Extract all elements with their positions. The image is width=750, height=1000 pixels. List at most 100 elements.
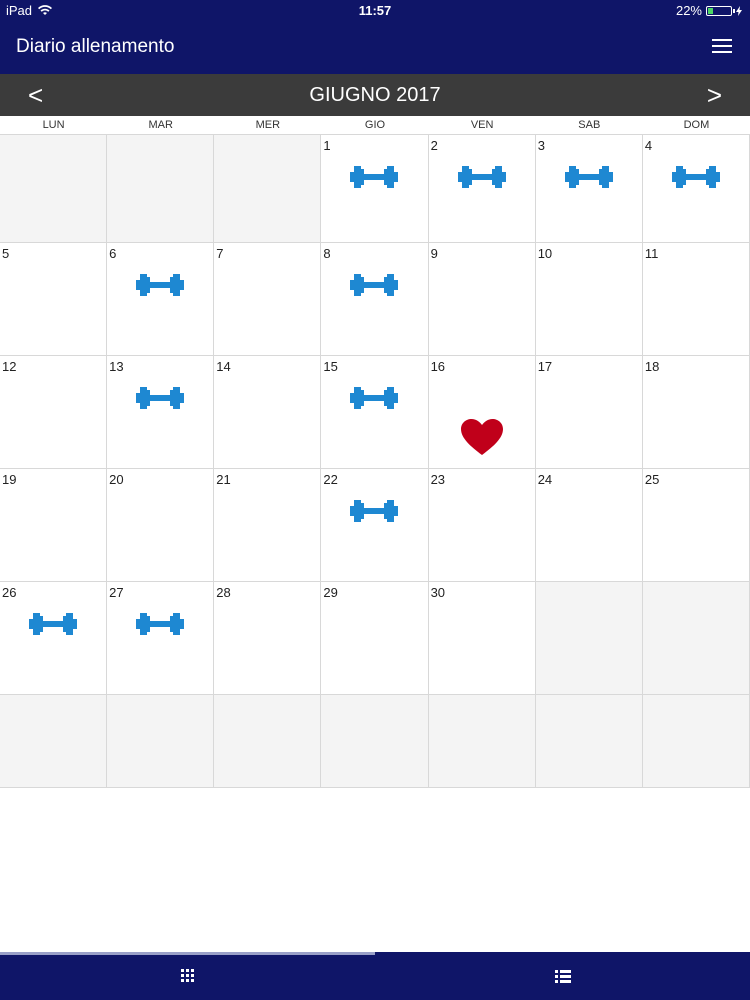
calendar-day-1[interactable]: 1 <box>321 135 429 243</box>
calendar-day-18[interactable]: 18 <box>642 356 750 469</box>
day-number: 24 <box>537 472 553 487</box>
calendar-empty-cell <box>214 135 322 243</box>
day-number: 27 <box>109 585 124 600</box>
dumbbell-icon <box>643 163 749 191</box>
tab-list[interactable] <box>375 952 750 1000</box>
calendar-empty-cell <box>642 695 750 788</box>
weekday-label: MAR <box>148 119 173 131</box>
month-label: GIUGNO 2017 <box>309 84 441 106</box>
day-number: 5 <box>2 246 10 261</box>
calendar-empty-cell <box>0 695 108 788</box>
day-number: 1 <box>323 138 331 153</box>
calendar-empty-cell <box>535 695 643 788</box>
calendar-day-13[interactable]: 13 <box>107 356 215 469</box>
weekday-label: SAB <box>578 119 601 131</box>
bottom-tab-bar <box>0 952 750 1000</box>
battery-percent: 22% <box>675 3 702 18</box>
calendar-day-25[interactable]: 25 <box>642 469 750 582</box>
dumbbell-icon <box>429 163 535 191</box>
dumbbell-icon <box>107 384 213 412</box>
day-number: 12 <box>2 359 17 374</box>
day-number: 2 <box>430 138 438 153</box>
calendar-day-9[interactable]: 9 <box>428 243 536 356</box>
dumbbell-icon <box>0 610 106 638</box>
day-number: 23 <box>430 472 446 487</box>
weekday-label: MER <box>255 119 281 131</box>
calendar-day-11[interactable]: 11 <box>642 243 750 356</box>
day-number: 9 <box>430 246 438 261</box>
day-number: 4 <box>644 138 653 153</box>
calendar-day-3[interactable]: 3 <box>535 135 643 243</box>
calendar-day-22[interactable]: 22 <box>321 469 429 582</box>
dumbbell-icon <box>107 610 213 638</box>
weekday-header: LUN MAR MER GIO VEN SAB DOM <box>0 116 750 135</box>
day-number: 16 <box>430 359 446 374</box>
calendar-day-15[interactable]: 15 <box>321 356 429 469</box>
day-number: 21 <box>216 472 231 487</box>
day-number: 19 <box>2 472 17 487</box>
weekday-label: GIO <box>364 119 386 131</box>
day-number: 11 <box>644 246 659 261</box>
dumbbell-icon <box>107 271 213 299</box>
calendar-empty-cell <box>214 695 322 788</box>
calendar-day-19[interactable]: 19 <box>0 469 108 582</box>
day-number: 30 <box>430 585 446 600</box>
calendar-day-2[interactable]: 2 <box>428 135 536 243</box>
weekday-label: VEN <box>470 119 494 131</box>
status-time: 11:57 <box>358 3 392 18</box>
calendar-day-20[interactable]: 20 <box>107 469 215 582</box>
day-number: 8 <box>323 246 331 261</box>
calendar-day-4[interactable]: 4 <box>642 135 750 243</box>
list-icon <box>554 969 571 983</box>
calendar-day-10[interactable]: 10 <box>535 243 643 356</box>
calendar-day-14[interactable]: 14 <box>214 356 322 469</box>
hamburger-menu-icon[interactable] <box>712 39 732 55</box>
day-number: 15 <box>323 359 338 374</box>
day-number: 25 <box>644 472 660 487</box>
calendar-day-12[interactable]: 12 <box>0 356 108 469</box>
calendar-empty-cell <box>428 695 536 788</box>
next-month-button[interactable]: > <box>707 82 722 108</box>
calendar-day-24[interactable]: 24 <box>535 469 643 582</box>
status-bar: iPad 11:57 22% <box>0 0 750 20</box>
calendar-day-16[interactable]: 16 <box>428 356 536 469</box>
weekday-label: DOM <box>683 119 710 131</box>
day-number: 7 <box>216 246 224 261</box>
tab-calendar-grid[interactable] <box>0 952 375 1000</box>
calendar-day-27[interactable]: 27 <box>107 582 215 695</box>
dumbbell-icon <box>321 271 427 299</box>
calendar-day-21[interactable]: 21 <box>214 469 322 582</box>
dumbbell-icon <box>321 163 427 191</box>
calendar-day-30[interactable]: 30 <box>428 582 536 695</box>
page-title: Diario allenamento <box>16 36 175 57</box>
calendar-day-23[interactable]: 23 <box>428 469 536 582</box>
day-number: 28 <box>216 585 231 600</box>
day-number: 10 <box>537 246 553 261</box>
day-number: 26 <box>2 585 17 600</box>
calendar-day-5[interactable]: 5 <box>0 243 108 356</box>
dumbbell-icon <box>536 163 642 191</box>
charging-bolt-icon <box>736 5 742 16</box>
calendar-day-8[interactable]: 8 <box>321 243 429 356</box>
battery-icon <box>706 5 735 16</box>
calendar-day-17[interactable]: 17 <box>535 356 643 469</box>
calendar-empty-cell <box>107 135 215 243</box>
heart-icon <box>429 418 535 456</box>
day-number: 17 <box>537 359 553 374</box>
day-number: 3 <box>537 138 545 153</box>
day-number: 20 <box>109 472 124 487</box>
status-right: 22% <box>676 3 742 18</box>
weekday-label: LUN <box>42 119 65 131</box>
calendar-day-29[interactable]: 29 <box>321 582 429 695</box>
calendar-empty-cell <box>642 582 750 695</box>
day-number: 13 <box>109 359 124 374</box>
calendar-day-7[interactable]: 7 <box>214 243 322 356</box>
calendar-day-26[interactable]: 26 <box>0 582 108 695</box>
calendar-empty-cell <box>107 695 215 788</box>
calendar-day-6[interactable]: 6 <box>107 243 215 356</box>
dumbbell-icon <box>321 384 427 412</box>
day-number: 18 <box>644 359 660 374</box>
day-number: 14 <box>216 359 231 374</box>
app-header: Diario allenamento <box>0 20 750 74</box>
calendar-day-28[interactable]: 28 <box>214 582 322 695</box>
